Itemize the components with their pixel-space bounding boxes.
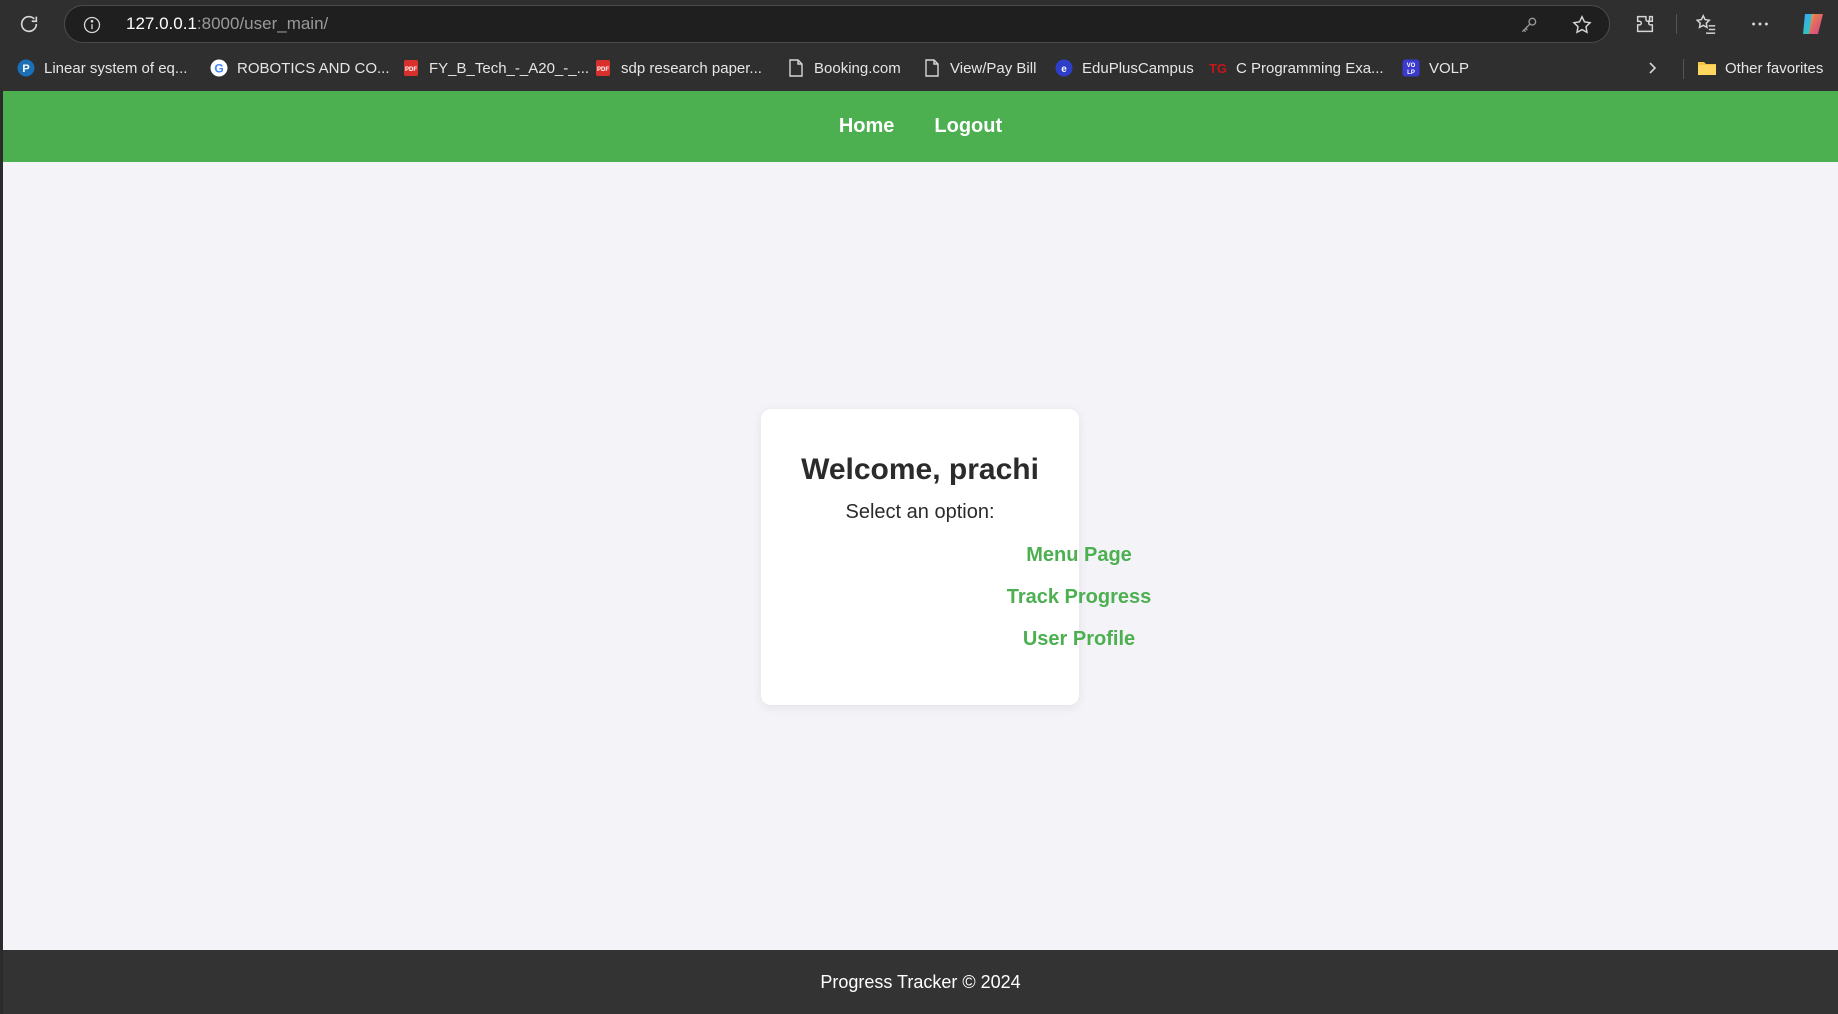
- footer-text: Progress Tracker © 2024: [820, 972, 1021, 992]
- url-path: :8000/user_main/: [196, 14, 329, 33]
- track-progress-link[interactable]: Track Progress: [920, 586, 1238, 609]
- welcome-title: Welcome, prachi: [801, 453, 1039, 486]
- toolbar-divider: [1676, 14, 1677, 34]
- bookmark-label: sdp research paper...: [621, 59, 762, 77]
- browser-toolbar: 127.0.0.1:8000/user_main/: [0, 0, 1838, 48]
- pearson-icon: P: [16, 58, 36, 78]
- svg-text:e: e: [1061, 64, 1067, 75]
- address-bar[interactable]: 127.0.0.1:8000/user_main/: [64, 5, 1610, 43]
- page-icon: [786, 58, 806, 78]
- tg-icon: TG: [1208, 58, 1228, 78]
- bookmark-item[interactable]: PDF sdp research paper...: [593, 50, 762, 86]
- bookmark-item[interactable]: P Linear system of eq...: [16, 50, 187, 86]
- edupluscampus-icon: e: [1054, 58, 1074, 78]
- nav-logout-link[interactable]: Logout: [934, 115, 1002, 138]
- site-info-icon[interactable]: [81, 14, 103, 36]
- bookmark-item[interactable]: e EduPlusCampus: [1054, 50, 1194, 86]
- svg-text:PDF: PDF: [597, 67, 609, 73]
- bookmark-label: Linear system of eq...: [44, 59, 188, 77]
- url-host: 127.0.0.1: [126, 14, 197, 33]
- user-profile-link[interactable]: User Profile: [920, 628, 1238, 651]
- key-icon[interactable]: [1519, 15, 1539, 40]
- svg-text:LP: LP: [1407, 70, 1415, 76]
- bookmark-label: Booking.com: [814, 59, 901, 77]
- google-icon: G: [209, 58, 229, 78]
- pdf-icon: PDF: [401, 58, 421, 78]
- other-favorites[interactable]: Other favorites: [1697, 50, 1823, 86]
- bookmark-item[interactable]: Booking.com: [786, 50, 901, 86]
- select-option-text: Select an option:: [845, 501, 995, 523]
- page-icon: [922, 58, 942, 78]
- welcome-card: Welcome, prachi Select an option: Menu P…: [761, 409, 1151, 705]
- bookmark-item[interactable]: PDF FY_B_Tech_-_A20_-_...: [401, 50, 589, 86]
- folder-icon: [1697, 58, 1717, 78]
- svg-text:PDF: PDF: [405, 67, 417, 73]
- pdf-icon: PDF: [593, 58, 613, 78]
- extensions-icon[interactable]: [1627, 6, 1663, 42]
- bookmark-label: View/Pay Bill: [950, 59, 1037, 77]
- volp-icon: VO LP: [1401, 58, 1421, 78]
- bookmark-item[interactable]: VO LP VOLP: [1401, 50, 1469, 86]
- menu-page-link[interactable]: Menu Page: [920, 544, 1238, 567]
- bookmarks-bar: P Linear system of eq... G ROBOTICS AND …: [0, 50, 1838, 86]
- favorite-star-icon[interactable]: [1571, 14, 1593, 41]
- bookmark-label: VOLP: [1429, 59, 1470, 77]
- site-navbar: Home Logout: [3, 91, 1838, 162]
- bookmark-item[interactable]: TG C Programming Exa...: [1208, 50, 1384, 86]
- page-viewport: Home Logout Welcome, prachi Select an op…: [3, 91, 1838, 1014]
- bookmark-label: ROBOTICS AND CO...: [237, 59, 390, 77]
- bookmark-item[interactable]: G ROBOTICS AND CO...: [209, 50, 390, 86]
- bookmarks-divider: [1683, 59, 1684, 79]
- browser-chrome: 127.0.0.1:8000/user_main/ P Linear syste…: [0, 0, 1838, 91]
- more-options-icon[interactable]: [1742, 6, 1778, 42]
- bookmark-item[interactable]: View/Pay Bill: [922, 50, 1036, 86]
- svg-text:VO: VO: [1407, 63, 1416, 69]
- chevron-right-icon[interactable]: [1640, 50, 1664, 86]
- url-text[interactable]: 127.0.0.1:8000/user_main/: [126, 6, 328, 42]
- bookmark-label: C Programming Exa...: [1236, 59, 1384, 77]
- svg-text:TG: TG: [1209, 61, 1227, 76]
- bookmark-label: EduPlusCampus: [1082, 59, 1194, 77]
- reload-icon[interactable]: [11, 6, 47, 42]
- site-footer: Progress Tracker © 2024: [3, 950, 1838, 1014]
- nav-home-link[interactable]: Home: [839, 115, 895, 138]
- bookmark-label: FY_B_Tech_-_A20_-_...: [429, 59, 590, 77]
- copilot-icon[interactable]: [1795, 6, 1831, 42]
- favorites-icon[interactable]: [1688, 6, 1724, 42]
- svg-text:P: P: [22, 63, 29, 75]
- svg-text:G: G: [214, 62, 223, 76]
- other-favorites-label: Other favorites: [1725, 59, 1824, 77]
